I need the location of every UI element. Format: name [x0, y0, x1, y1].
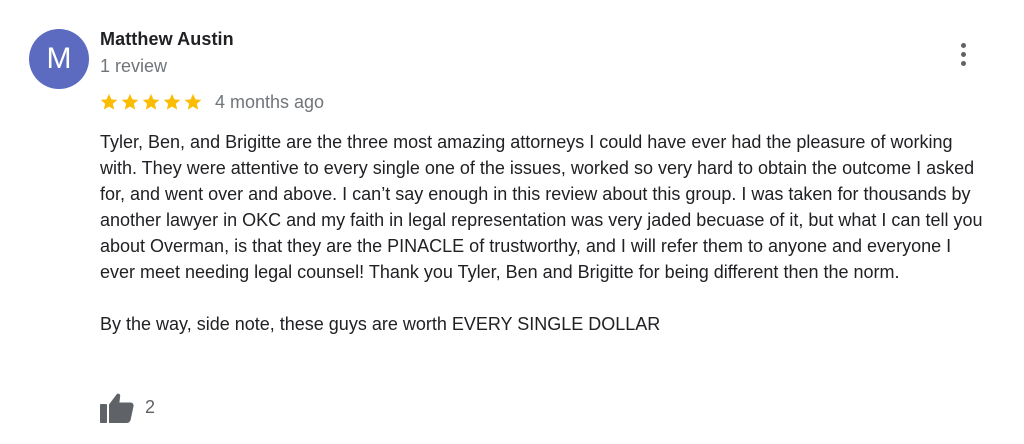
thumbs-up-icon [100, 393, 134, 423]
rating-row: 4 months ago [99, 90, 324, 114]
star-icon [121, 93, 139, 110]
like-count: 2 [145, 396, 156, 417]
avatar[interactable]: M [29, 29, 89, 89]
review-time: 4 months ago [215, 91, 325, 112]
review-card: M Matthew Austin 1 review 4 months ago T… [0, 0, 1024, 444]
star-icon [142, 93, 160, 110]
star-icon [163, 93, 181, 110]
star-icon [100, 93, 118, 110]
star-icon [184, 93, 202, 110]
star-rating [99, 92, 203, 112]
review-paragraph: By the way, side note, these guys are wo… [100, 314, 661, 334]
more-vert-icon [960, 42, 966, 66]
avatar-initial: M [46, 42, 72, 75]
review-text: Tyler, Ben, and Brigitte are the three m… [100, 129, 990, 337]
reviewer-review-count: 1 review [100, 56, 168, 76]
like-button[interactable]: 2 [99, 390, 155, 424]
more-options-button[interactable] [948, 38, 978, 70]
reviewer-name[interactable]: Matthew Austin [100, 29, 234, 50]
review-paragraph: Tyler, Ben, and Brigitte are the three m… [100, 132, 983, 282]
